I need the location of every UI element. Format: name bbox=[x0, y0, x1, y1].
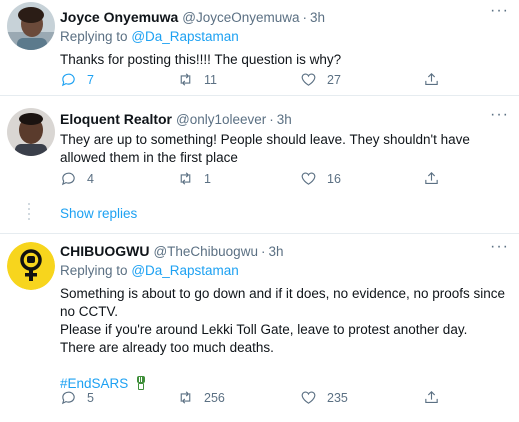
retweet-count: 256 bbox=[204, 390, 225, 405]
show-replies-row[interactable]: Show replies bbox=[0, 196, 519, 234]
reply-button[interactable]: 5 bbox=[60, 389, 94, 406]
author-handle[interactable]: @JoyceOnyemuwa bbox=[182, 9, 299, 27]
reply-icon bbox=[61, 391, 75, 405]
separator-dot: · bbox=[269, 112, 274, 127]
tweet-line: Something is about to go down and if it … bbox=[60, 286, 506, 319]
tweet-text: They are up to something! People should … bbox=[60, 132, 470, 165]
reply-button[interactable]: 7 bbox=[60, 71, 94, 88]
timestamp[interactable]: 3h bbox=[277, 111, 292, 129]
like-button[interactable]: 235 bbox=[300, 389, 348, 406]
tweet-line: There are already too much deaths. bbox=[60, 340, 274, 355]
reply-icon bbox=[61, 172, 75, 186]
retweet-button[interactable]: 1 bbox=[177, 170, 211, 187]
separator-dot: · bbox=[260, 244, 266, 259]
replying-to: Replying to @Da_Rapstaman bbox=[60, 263, 239, 278]
replying-to: Replying to @Da_Rapstaman bbox=[60, 29, 239, 44]
reply-count: 4 bbox=[87, 171, 94, 186]
author-name[interactable]: Joyce Onyemuwa bbox=[60, 8, 178, 26]
retweet-button[interactable]: 256 bbox=[177, 389, 225, 406]
tweet-text: Something is about to go down and if it … bbox=[60, 285, 509, 393]
reply-button[interactable]: 4 bbox=[60, 170, 94, 187]
author-name[interactable]: CHIBUOGWU bbox=[60, 242, 149, 260]
retweet-icon bbox=[180, 73, 191, 86]
show-replies-link[interactable]: Show replies bbox=[60, 206, 137, 221]
tweet-joyce[interactable]: Joyce Onyemuwa @JoyceOnyemuwa · 3h Reply… bbox=[0, 0, 519, 96]
action-bar: 5 256 235 bbox=[60, 389, 460, 409]
like-icon bbox=[301, 172, 316, 185]
retweet-icon bbox=[180, 172, 191, 185]
like-button[interactable]: 16 bbox=[300, 170, 341, 187]
author-handle[interactable]: @TheChibuogwu bbox=[153, 243, 258, 261]
tweet-text: Thanks for posting this!!!! The question… bbox=[60, 52, 342, 67]
tweet-chibuogwu[interactable]: CHIBUOGWU @TheChibuogwu · 3h Replying to… bbox=[0, 234, 519, 422]
author-handle[interactable]: @only1oleever bbox=[176, 111, 266, 129]
timestamp[interactable]: 3h bbox=[310, 9, 325, 27]
retweet-button[interactable]: 11 bbox=[177, 71, 217, 88]
retweet-count: 1 bbox=[204, 171, 211, 186]
share-button[interactable] bbox=[423, 71, 450, 88]
share-icon bbox=[425, 391, 438, 404]
timestamp[interactable]: 3h bbox=[268, 243, 283, 261]
tweet-line: Please if you're around Lekki Toll Gate,… bbox=[60, 322, 468, 337]
tweet-eloquent[interactable]: Eloquent Realtor @only1oleever · 3h They… bbox=[0, 96, 519, 196]
more-icon[interactable]: ··· bbox=[490, 239, 509, 255]
reply-count: 7 bbox=[87, 72, 94, 87]
more-icon[interactable]: ··· bbox=[490, 107, 509, 123]
share-icon bbox=[425, 73, 438, 86]
reply-count: 5 bbox=[87, 390, 94, 405]
thread-dots bbox=[27, 203, 31, 225]
author-name[interactable]: Eloquent Realtor bbox=[60, 110, 172, 128]
avatar[interactable] bbox=[7, 242, 55, 290]
avatar[interactable] bbox=[7, 108, 55, 156]
share-icon bbox=[425, 172, 438, 185]
action-bar: 7 11 27 bbox=[60, 71, 460, 91]
like-count: 27 bbox=[327, 72, 341, 87]
separator-dot: · bbox=[302, 10, 308, 25]
avatar[interactable] bbox=[7, 2, 55, 50]
more-icon[interactable]: ··· bbox=[490, 3, 509, 19]
share-button[interactable] bbox=[423, 170, 450, 187]
like-icon bbox=[301, 391, 316, 404]
share-button[interactable] bbox=[423, 389, 450, 406]
like-count: 235 bbox=[327, 390, 348, 405]
retweet-icon bbox=[180, 391, 191, 404]
mention-link[interactable]: @Da_Rapstaman bbox=[131, 29, 239, 44]
mention-link[interactable]: @Da_Rapstaman bbox=[131, 263, 239, 278]
action-bar: 4 1 16 bbox=[60, 170, 460, 190]
like-button[interactable]: 27 bbox=[300, 71, 341, 88]
like-count: 16 bbox=[327, 171, 341, 186]
retweet-count: 11 bbox=[204, 72, 217, 87]
reply-icon bbox=[61, 73, 75, 87]
like-icon bbox=[301, 73, 316, 86]
